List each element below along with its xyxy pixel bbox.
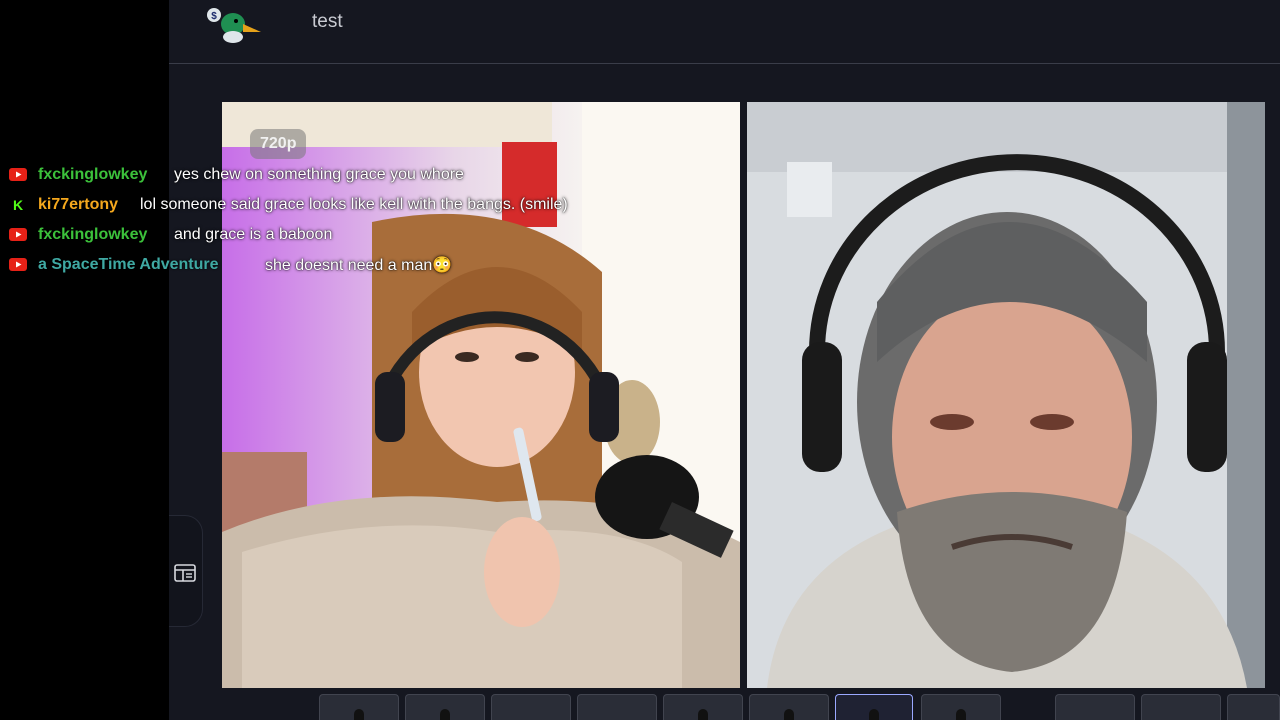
top-bar: $ test: [169, 0, 1280, 64]
layout-toolbar: [319, 694, 1280, 720]
layout-pip-button[interactable]: [663, 694, 743, 720]
studio-app: $ test 720p: [169, 0, 1280, 720]
layout-solo-button[interactable]: [319, 694, 399, 720]
layout-side-by-side-button[interactable]: [835, 694, 913, 720]
quality-badge: 720p: [250, 129, 307, 159]
grid-people-icon: [956, 709, 966, 720]
video-tile-host[interactable]: [747, 102, 1265, 688]
chat-message: fxckinglowkey yes chew on something grac…: [0, 160, 680, 190]
two-people-icon: [869, 709, 879, 720]
layout-two-person-button[interactable]: [749, 694, 829, 720]
person-icon: [440, 709, 450, 720]
chat-text: she doesnt need a man😳: [265, 257, 453, 274]
chat-username: ki77ertony: [38, 196, 119, 213]
chat-message: K ki77ertony lol someone said grace look…: [0, 190, 680, 220]
room-title: test: [312, 11, 343, 32]
youtube-icon: [9, 168, 27, 181]
chat-message: fxckinglowkey and grace is a baboon: [0, 220, 680, 250]
svg-text:K: K: [13, 198, 23, 211]
kick-icon: K: [13, 198, 23, 211]
chat-username: a SpaceTime Adventure: [38, 256, 219, 273]
host-video-feed: [747, 102, 1265, 688]
settings-button[interactable]: [1227, 694, 1280, 720]
edit-button[interactable]: [1055, 694, 1135, 720]
youtube-icon: [9, 228, 27, 241]
chat-text: yes chew on something grace you whore: [174, 166, 464, 183]
layout-grid-button[interactable]: [921, 694, 1001, 720]
layout-blank-button[interactable]: [491, 694, 571, 720]
svg-text:$: $: [211, 11, 217, 22]
download-button[interactable]: [1141, 694, 1221, 720]
chat-username: fxckinglowkey: [38, 166, 148, 183]
person-icon: [698, 709, 708, 720]
two-people-icon: [784, 709, 794, 720]
layout-solo-alt-button[interactable]: [405, 694, 485, 720]
duck-logo-icon: $: [207, 8, 261, 43]
chat-overlay: fxckinglowkey yes chew on something grac…: [0, 160, 680, 280]
layout-panel-icon: [174, 564, 196, 582]
person-icon: [354, 709, 364, 720]
chat-username: fxckinglowkey: [38, 226, 148, 243]
layout-blank-2-button[interactable]: [577, 694, 657, 720]
layout-panel-toggle[interactable]: [169, 515, 203, 627]
chat-message: a SpaceTime Adventure she doesnt need a …: [0, 250, 680, 280]
youtube-icon: [9, 258, 27, 271]
chat-text: and grace is a baboon: [174, 226, 333, 243]
left-rail: [0, 0, 169, 720]
chat-text: lol someone said grace looks like kell w…: [140, 196, 568, 213]
